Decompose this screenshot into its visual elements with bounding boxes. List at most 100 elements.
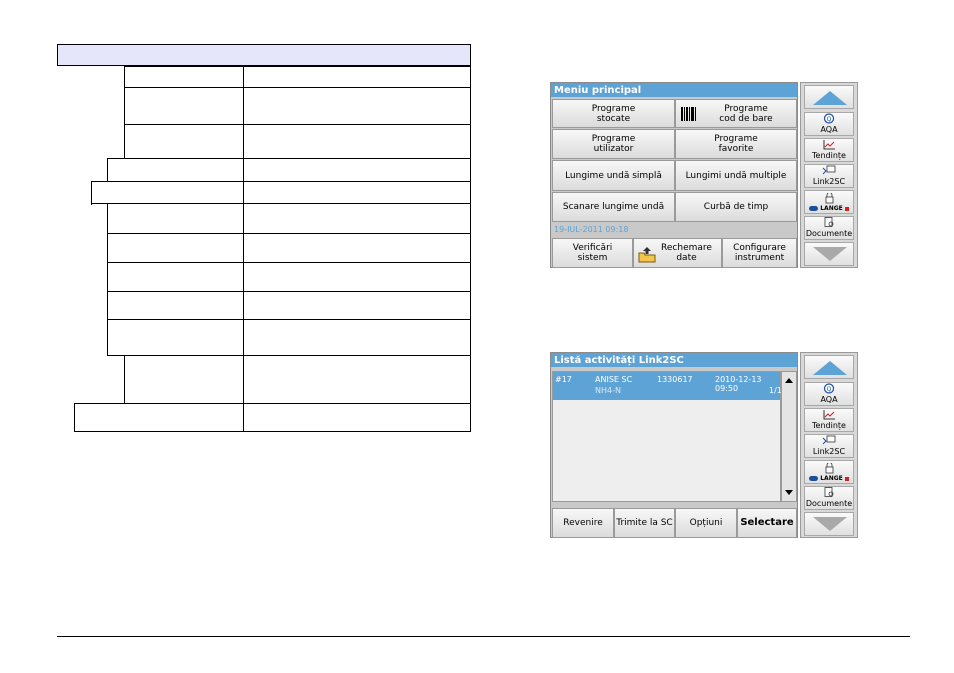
main-menu-screen: Meniu principal Programe stocate Program… bbox=[550, 82, 798, 268]
table-cell bbox=[107, 203, 244, 234]
arrow-up-icon bbox=[813, 361, 847, 375]
revenire-button[interactable]: Revenire bbox=[552, 508, 614, 538]
sidebar-item-lange[interactable]: LANGE bbox=[804, 190, 854, 214]
activity-list[interactable]: #17 ANISE SC 1330617 2010-12-13 09:50 NH… bbox=[552, 371, 782, 502]
curba-de-timp-button[interactable]: Curbă de timp bbox=[675, 192, 797, 222]
scroll-up-button[interactable] bbox=[804, 355, 854, 379]
documents-icon bbox=[824, 217, 834, 227]
sidebar-item-documente[interactable]: Documente bbox=[804, 486, 854, 510]
documents-icon bbox=[824, 487, 834, 497]
aqa-icon: Q bbox=[823, 383, 835, 394]
verificari-sistem-button[interactable]: Verificări sistem bbox=[552, 238, 633, 268]
lange-mark-icon bbox=[844, 206, 849, 211]
barcode-icon bbox=[681, 107, 696, 121]
sidebar-item-label: Documente bbox=[805, 499, 853, 508]
link2sc-title: Listă activități Link2SC bbox=[551, 353, 797, 367]
sidebar-panel: Q AQA Tendințe Link2SC LANGE Documente bbox=[800, 352, 858, 538]
programe-favorite-button[interactable]: Programe favorite bbox=[675, 129, 797, 159]
scroll-up-arrow-icon[interactable] bbox=[785, 378, 793, 383]
table-cell bbox=[124, 124, 244, 159]
lock-icon bbox=[825, 193, 834, 204]
scanare-lungime-unda-button[interactable]: Scanare lungime undă bbox=[552, 192, 675, 222]
activity-id: #17 bbox=[555, 375, 572, 384]
table-cell bbox=[107, 319, 244, 356]
sidebar-item-label: Link2SC bbox=[812, 447, 846, 456]
sidebar-item-label: Tendințe bbox=[812, 421, 846, 430]
table-cell bbox=[107, 262, 244, 292]
sidebar-item-label: Documente bbox=[805, 229, 853, 238]
programe-cod-de-bare-button[interactable]: Programe cod de bare bbox=[675, 99, 797, 128]
table-cell bbox=[243, 87, 471, 125]
sidebar-item-link2sc[interactable]: Link2SC bbox=[804, 434, 854, 458]
trimite-la-sc-button[interactable]: Trimite la SC bbox=[614, 508, 675, 538]
hach-logo-icon bbox=[809, 206, 819, 211]
table-cell bbox=[243, 233, 471, 263]
trend-chart-icon bbox=[823, 140, 835, 150]
activity-name: ANISE SC bbox=[595, 375, 633, 384]
table-cell bbox=[91, 181, 244, 204]
table-cell bbox=[243, 124, 471, 159]
table-cell bbox=[243, 319, 471, 356]
activity-page: 1/1 bbox=[769, 386, 782, 395]
programe-stocate-button[interactable]: Programe stocate bbox=[552, 99, 675, 128]
sidebar-item-lange[interactable]: LANGE bbox=[804, 460, 854, 484]
lock-icon bbox=[825, 463, 834, 474]
list-item[interactable]: #17 ANISE SC 1330617 2010-12-13 09:50 NH… bbox=[553, 372, 782, 400]
sidebar-item-label: Link2SC bbox=[812, 177, 846, 186]
trend-chart-icon bbox=[823, 410, 835, 420]
aqa-icon: Q bbox=[823, 113, 835, 124]
table-cell bbox=[243, 66, 471, 88]
activity-parameter: NH4-N bbox=[595, 386, 621, 395]
sidebar-item-label: AQA bbox=[820, 395, 838, 404]
table-cell bbox=[243, 403, 471, 432]
lange-mark-icon bbox=[844, 476, 849, 481]
sidebar-item-tendinte[interactable]: Tendințe bbox=[804, 408, 854, 432]
main-menu-title: Meniu principal bbox=[551, 83, 797, 97]
link2sc-screen: Listă activități Link2SC #17 ANISE SC 13… bbox=[550, 352, 798, 538]
sidebar-item-documente[interactable]: Documente bbox=[804, 216, 854, 240]
rechemare-date-label: Rechemare date bbox=[661, 243, 712, 263]
folder-upload-icon bbox=[638, 247, 656, 263]
footer-divider bbox=[57, 636, 910, 637]
link2sc-icon bbox=[822, 165, 836, 175]
svg-text:Q: Q bbox=[827, 116, 832, 123]
optiuni-button[interactable]: Opțiuni bbox=[675, 508, 737, 538]
table-cell bbox=[243, 355, 471, 404]
table-cell bbox=[107, 233, 244, 263]
rechemare-date-button[interactable]: Rechemare date bbox=[633, 238, 722, 268]
table-cell bbox=[243, 158, 471, 182]
configurare-instrument-button[interactable]: Configurare instrument bbox=[722, 238, 797, 268]
programe-utilizator-button[interactable]: Programe utilizator bbox=[552, 129, 675, 159]
sidebar-item-label: Tendințe bbox=[812, 151, 846, 160]
scroll-down-button[interactable] bbox=[804, 242, 854, 266]
table-cell bbox=[243, 262, 471, 292]
link2sc-icon bbox=[822, 435, 836, 445]
table-cell bbox=[243, 291, 471, 320]
scroll-down-button[interactable] bbox=[804, 512, 854, 536]
sidebar-item-aqa[interactable]: Q AQA bbox=[804, 112, 854, 136]
svg-text:Q: Q bbox=[827, 386, 832, 393]
arrow-up-icon bbox=[813, 91, 847, 105]
table-cell bbox=[107, 291, 244, 320]
programe-cod-de-bare-label: Programe cod de bare bbox=[719, 103, 773, 124]
arrow-down-icon bbox=[813, 247, 847, 261]
activity-serial: 1330617 bbox=[657, 375, 693, 384]
lange-logo-icon: LANGE bbox=[809, 205, 849, 212]
lange-logo-text: LANGE bbox=[820, 205, 843, 212]
sidebar-item-link2sc[interactable]: Link2SC bbox=[804, 164, 854, 188]
selectare-button[interactable]: Selectare bbox=[737, 508, 797, 538]
lungimi-unda-multiple-button[interactable]: Lungimi undă multiple bbox=[675, 160, 797, 191]
table-header bbox=[57, 44, 471, 66]
table-cell bbox=[124, 87, 244, 125]
table-cell bbox=[243, 203, 471, 234]
list-scrollbar[interactable] bbox=[781, 371, 797, 502]
table-cell bbox=[124, 66, 244, 88]
table-cell bbox=[243, 181, 471, 204]
scroll-up-button[interactable] bbox=[804, 85, 854, 109]
hach-logo-icon bbox=[809, 476, 819, 481]
sidebar-item-tendinte[interactable]: Tendințe bbox=[804, 138, 854, 162]
sidebar-item-label: AQA bbox=[820, 125, 838, 134]
lungime-unda-simpla-button[interactable]: Lungime undă simplă bbox=[552, 160, 675, 191]
scroll-down-arrow-icon[interactable] bbox=[785, 490, 793, 495]
sidebar-item-aqa[interactable]: Q AQA bbox=[804, 382, 854, 406]
